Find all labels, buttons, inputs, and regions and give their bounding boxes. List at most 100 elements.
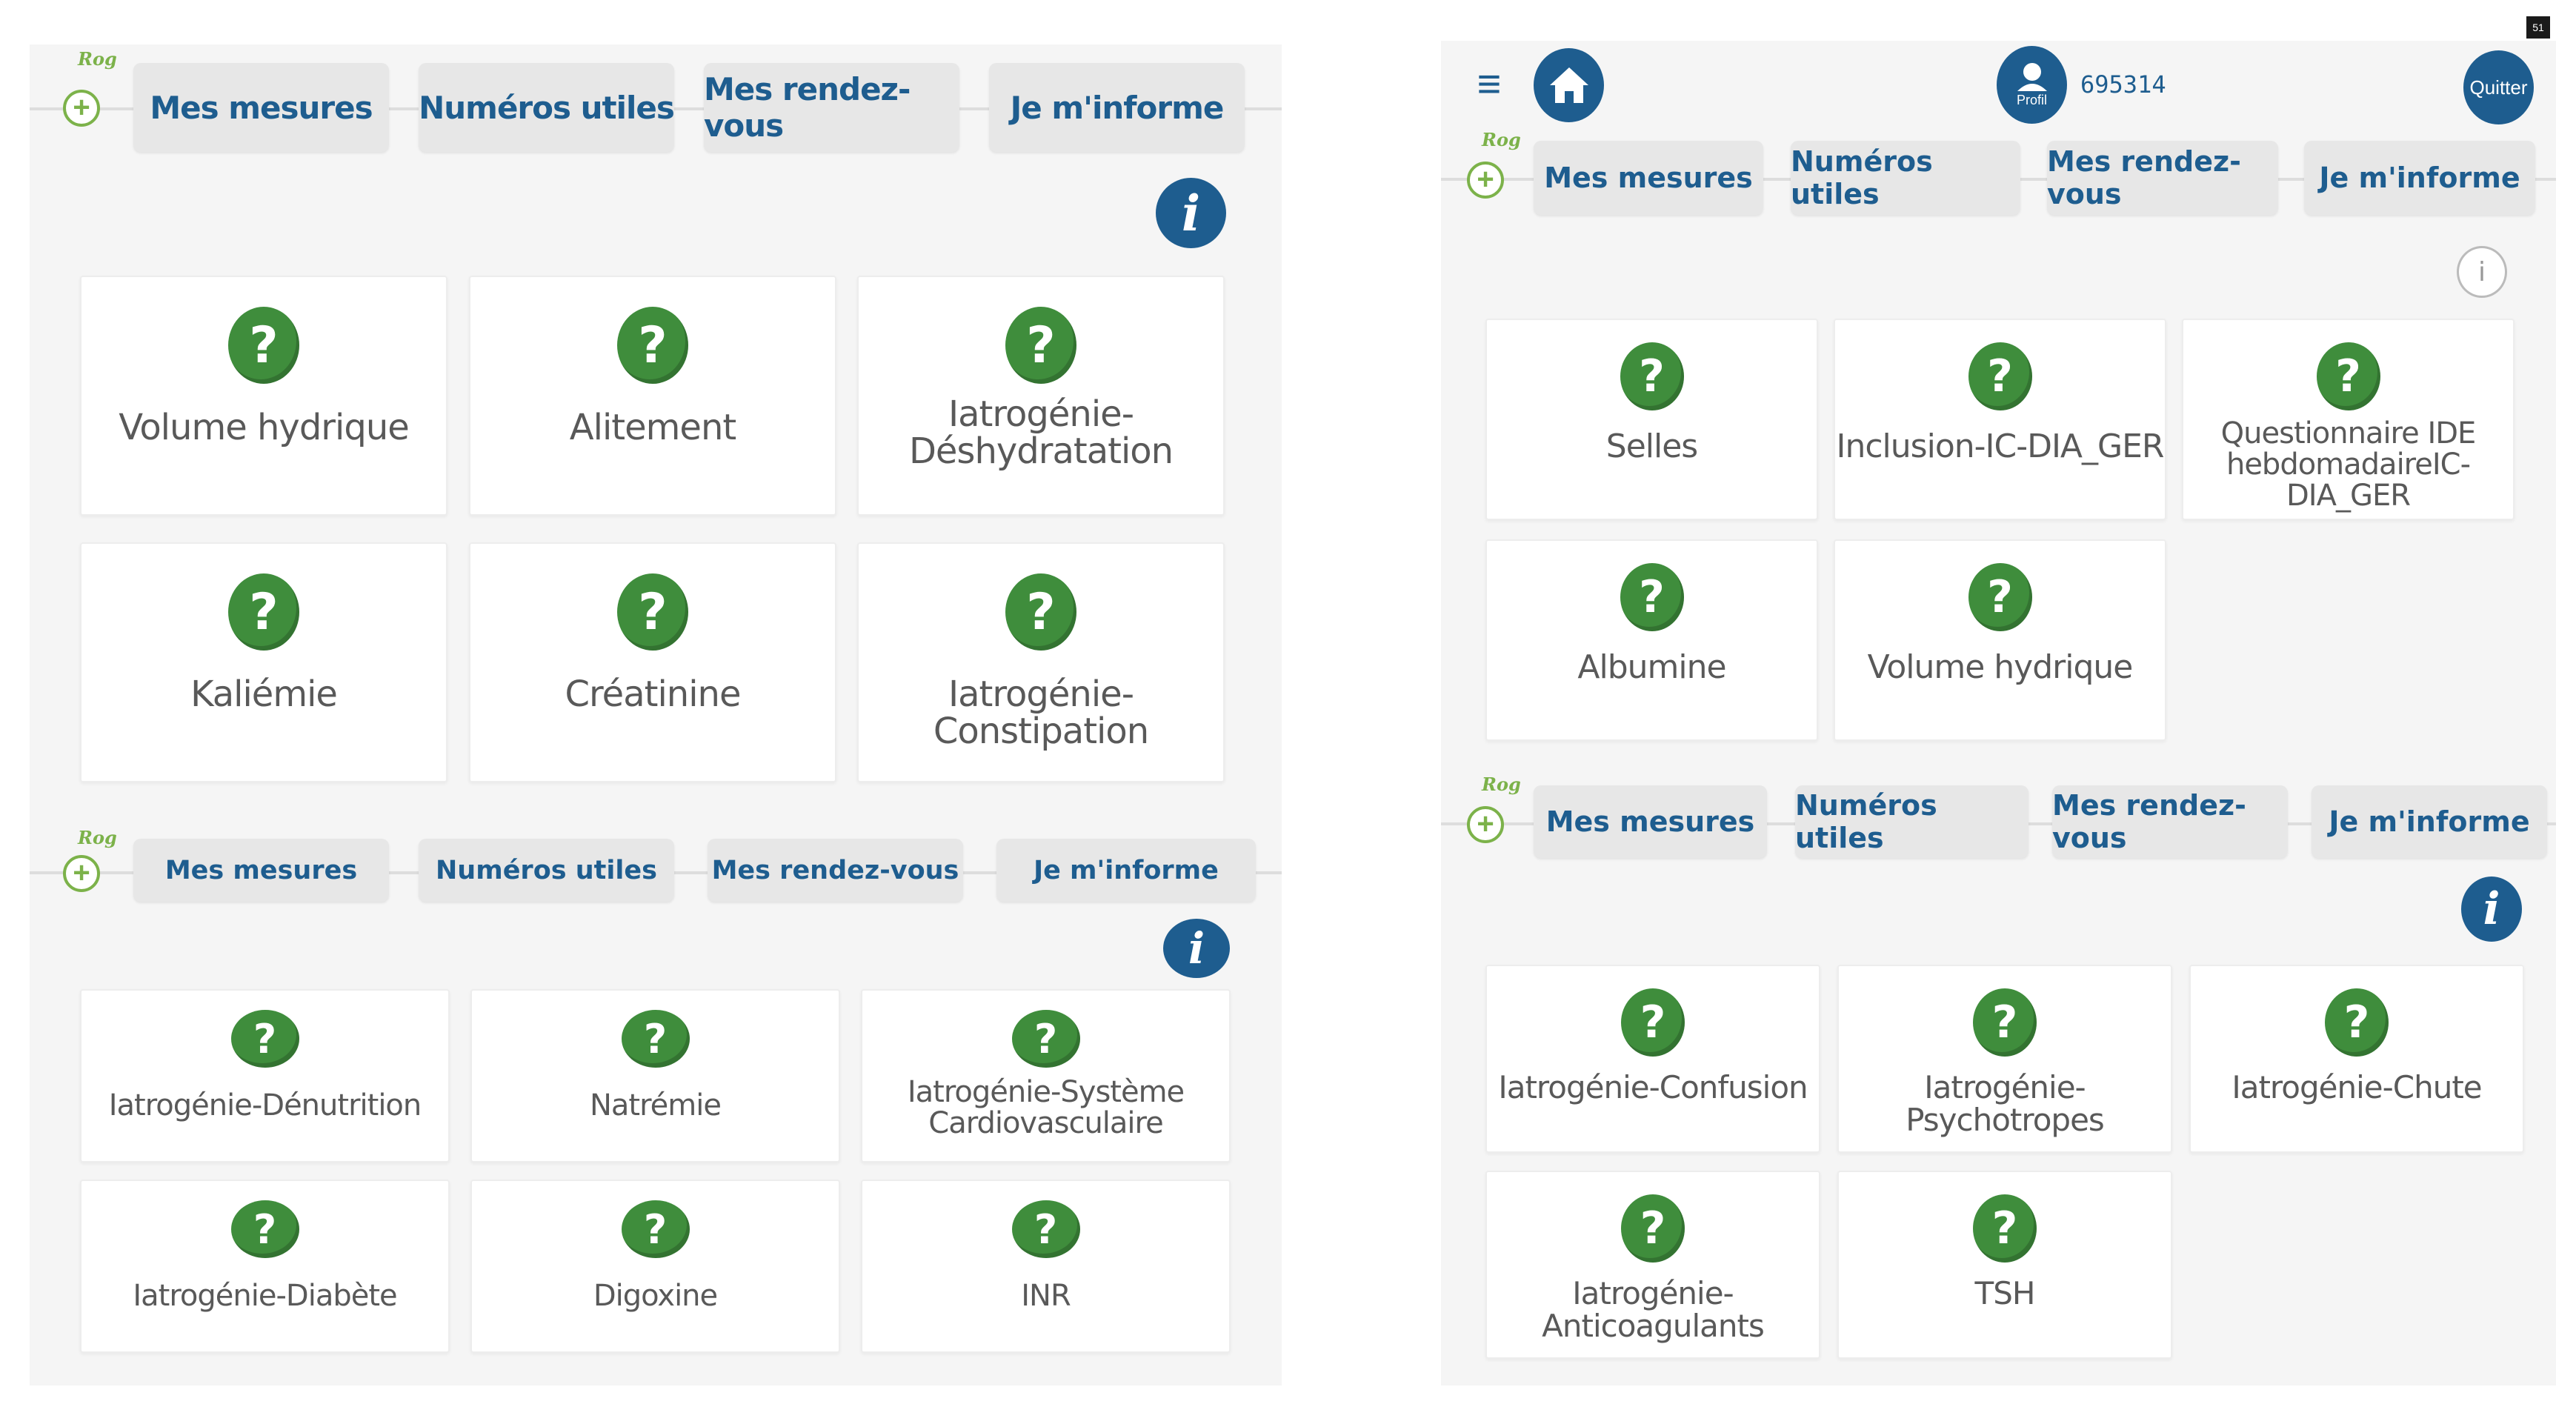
question-icon: ? <box>230 1200 299 1258</box>
tile-kaliemie[interactable]: ? Kaliémie <box>80 542 447 782</box>
tile-iatrogenie-chute[interactable]: ? Iatrogénie-Chute <box>2189 965 2524 1153</box>
nav-je-minforme[interactable]: Je m'informe <box>996 839 1256 902</box>
tile-creatinine[interactable]: ? Créatinine <box>469 542 836 782</box>
nav-mes-mesures[interactable]: Mes mesures <box>1534 141 1763 215</box>
tile-iatrogenie-deshydratation[interactable]: ? Iatrogénie- Déshydratation <box>857 276 1225 516</box>
question-icon: ? <box>228 573 299 651</box>
tile-label: Digoxine <box>593 1279 718 1313</box>
flag-label: Rog <box>1482 129 1521 150</box>
question-icon: ? <box>1620 342 1684 410</box>
tile-label: TSH <box>1974 1275 2036 1311</box>
tile-tsh[interactable]: ? TSH <box>1837 1171 2172 1359</box>
tile-natremie[interactable]: ? Natrémie <box>470 989 840 1162</box>
tile-label: Iatrogénie-Chute <box>2231 1069 2482 1105</box>
tile-label: Iatrogénie-Système Cardiovasculaire <box>907 1075 1185 1140</box>
tile-label: Volume hydrique <box>1867 648 2134 686</box>
add-button[interactable]: + <box>63 90 100 127</box>
tile-iatrogenie-confusion[interactable]: ? Iatrogénie-Confusion <box>1485 965 1820 1153</box>
nav-mes-rendez-vous[interactable]: Mes rendez-vous <box>2047 141 2278 215</box>
nav-mes-mesures[interactable]: Mes mesures <box>133 839 389 902</box>
tile-label: Iatrogénie-Dénutrition <box>108 1088 422 1122</box>
question-icon: ? <box>1005 307 1076 384</box>
info-icon[interactable]: i <box>1156 178 1226 248</box>
nav-bar-right-bottom: Rog + Mes mesures Numéros utiles Mes ren… <box>1441 774 2556 858</box>
tile-label: Iatrogénie-Anticoagulants <box>1542 1275 1765 1345</box>
question-icon: ? <box>1973 988 2037 1057</box>
tile-label: INR <box>1021 1279 1071 1313</box>
tile-label: Selles <box>1605 428 1698 465</box>
tile-label: Alitement <box>569 407 736 448</box>
add-button[interactable]: + <box>1467 162 1504 199</box>
tile-iatrogenie-constipation[interactable]: ? Iatrogénie-Constipation <box>857 542 1225 782</box>
question-icon: ? <box>2316 342 2380 410</box>
corner-badge: 51 <box>2526 16 2550 39</box>
nav-mes-rendez-vous[interactable]: Mes rendez-vous <box>2052 785 2288 858</box>
tile-label: Natrémie <box>590 1088 722 1122</box>
nav-numeros-utiles[interactable]: Numéros utiles <box>419 839 674 902</box>
nav-bar-left-top: Rog + Mes mesures Numéros utiles Mes ren… <box>30 48 1282 152</box>
tile-volume-hydrique[interactable]: ? Volume hydrique <box>80 276 447 516</box>
nav-je-minforme[interactable]: Je m'informe <box>2304 141 2535 215</box>
question-icon: ? <box>1968 563 2032 631</box>
profile-button[interactable]: Profil <box>1997 46 2067 124</box>
tile-iatrogenie-diabete[interactable]: ? Iatrogénie-Diabète <box>80 1180 450 1353</box>
nav-numeros-utiles[interactable]: Numéros utiles <box>1795 785 2028 858</box>
tile-inclusion-ic-dia-ger[interactable]: ? Inclusion-IC-DIA_GER <box>1834 319 2166 520</box>
nav-numeros-utiles[interactable]: Numéros utiles <box>1791 141 2020 215</box>
patient-id: 695314 <box>2080 70 2166 99</box>
nav-je-minforme[interactable]: Je m'informe <box>2312 785 2547 858</box>
question-icon: ? <box>1968 342 2032 410</box>
question-icon: ? <box>1621 1194 1685 1263</box>
info-icon[interactable]: i <box>2461 877 2522 942</box>
nav-bar-right-top: Rog + Mes mesures Numéros utiles Mes ren… <box>1441 129 2556 215</box>
tile-alitement[interactable]: ? Alitement <box>469 276 836 516</box>
menu-icon[interactable]: ≡ <box>1471 63 1508 104</box>
tile-digoxine[interactable]: ? Digoxine <box>470 1180 840 1353</box>
tile-label: Kaliémie <box>190 673 338 715</box>
nav-mes-mesures[interactable]: Mes mesures <box>1534 785 1767 858</box>
add-button[interactable]: + <box>63 855 100 892</box>
question-icon: ? <box>228 307 299 384</box>
nav-mes-rendez-vous[interactable]: Mes rendez-vous <box>708 839 963 902</box>
tile-inr[interactable]: ? INR <box>861 1180 1231 1353</box>
tile-label: Questionnaire IDE hebdomadaireIC-DIA_GER <box>2220 416 2477 513</box>
tile-label: Volume hydrique <box>119 407 410 448</box>
home-button[interactable] <box>1534 48 1604 122</box>
tile-label: Albumine <box>1577 648 1726 686</box>
info-icon[interactable]: i <box>1163 919 1230 978</box>
quit-button[interactable]: Quitter <box>2463 50 2534 124</box>
tile-iatrogenie-psychotropes[interactable]: ? Iatrogénie-Psychotropes <box>1837 965 2172 1153</box>
tile-iatrogenie-denutrition[interactable]: ? Iatrogénie-Dénutrition <box>80 989 450 1162</box>
info-icon[interactable]: i <box>2457 246 2507 298</box>
tile-albumine[interactable]: ? Albumine <box>1485 539 1818 741</box>
nav-je-minforme[interactable]: Je m'informe <box>989 63 1245 152</box>
flag-label: Rog <box>78 827 117 848</box>
question-icon: ? <box>1011 1010 1080 1068</box>
nav-mes-rendez-vous[interactable]: Mes rendez-vous <box>704 63 959 152</box>
tile-iatrogenie-systeme-cardiovasculaire[interactable]: ? Iatrogénie-Système Cardiovasculaire <box>861 989 1231 1162</box>
tile-label: Iatrogénie-Diabète <box>133 1279 397 1313</box>
question-icon: ? <box>1621 988 1685 1057</box>
tile-iatrogenie-anticoagulants[interactable]: ? Iatrogénie-Anticoagulants <box>1485 1171 1820 1359</box>
tile-volume-hydrique[interactable]: ? Volume hydrique <box>1834 539 2166 741</box>
tile-label: Iatrogénie- Déshydratation <box>908 393 1174 473</box>
home-icon <box>1549 67 1588 103</box>
question-icon: ? <box>1011 1200 1080 1258</box>
question-icon: ? <box>1005 573 1076 651</box>
tile-label: Inclusion-IC-DIA_GER <box>1836 428 2165 465</box>
question-icon: ? <box>1973 1194 2037 1263</box>
tile-questionnaire-ide-hebdomadaire[interactable]: ? Questionnaire IDE hebdomadaireIC-DIA_G… <box>2182 319 2515 520</box>
nav-numeros-utiles[interactable]: Numéros utiles <box>419 63 675 152</box>
nav-mes-mesures[interactable]: Mes mesures <box>133 63 389 152</box>
question-icon: ? <box>621 1200 690 1258</box>
nav-bar-left-bottom: Rog + Mes mesures Numéros utiles Mes ren… <box>30 827 1282 902</box>
question-icon: ? <box>1620 563 1684 631</box>
profile-avatar-icon <box>2017 63 2047 91</box>
add-button[interactable]: + <box>1467 806 1504 843</box>
tile-label: Créatinine <box>565 673 741 715</box>
question-icon: ? <box>617 573 688 651</box>
tile-label: Iatrogénie-Psychotropes <box>1906 1069 2105 1139</box>
tile-label: Iatrogénie-Confusion <box>1498 1069 1808 1105</box>
flag-label: Rog <box>1482 774 1521 795</box>
tile-selles[interactable]: ? Selles <box>1485 319 1818 520</box>
